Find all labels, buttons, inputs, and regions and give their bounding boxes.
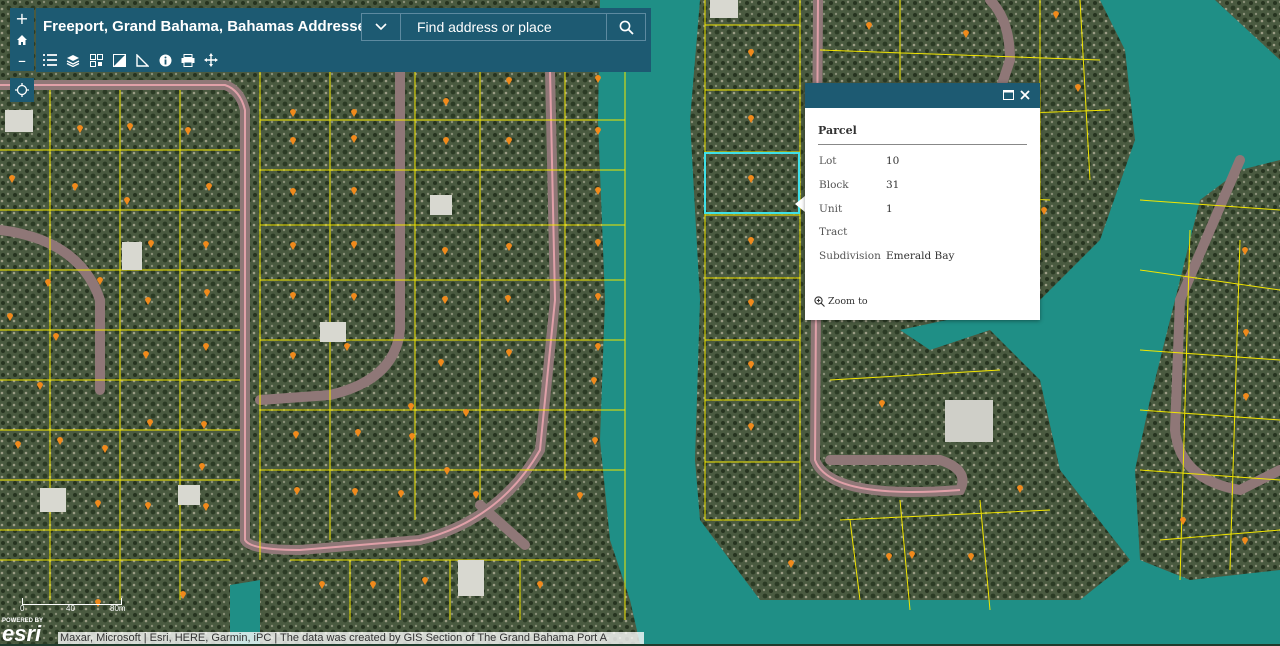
pan-button[interactable] — [201, 50, 221, 70]
chevron-down-icon — [375, 23, 387, 31]
field-label-tract: Tract — [819, 226, 848, 238]
parcel-popup: Parcel Lot 10 Block 31 Unit 1 Tract Subd… — [805, 83, 1040, 320]
esri-logo: POWERED BY esri — [2, 618, 43, 646]
close-button[interactable] — [1018, 88, 1032, 102]
layers-icon — [66, 54, 80, 67]
divider — [818, 144, 1027, 145]
scale-label-end: 80m — [110, 604, 126, 613]
esri-wordmark: esri — [2, 621, 42, 646]
search-button[interactable] — [606, 14, 645, 40]
app-title: Freeport, Grand Bahama, Bahamas Addresse… — [43, 18, 375, 35]
search-source-dropdown[interactable] — [362, 14, 401, 40]
basemap-icon — [112, 53, 126, 67]
print-button[interactable] — [178, 50, 198, 70]
home-icon — [17, 34, 27, 45]
field-label-unit: Unit — [819, 203, 843, 215]
qr-icon — [89, 53, 103, 67]
field-label-subdivision: Subdivision — [819, 250, 881, 262]
zoom-in-button[interactable]: + — [10, 8, 34, 29]
qr-button[interactable] — [86, 50, 106, 70]
zoom-to-label: Zoom to — [828, 296, 868, 307]
search-input[interactable] — [402, 14, 617, 40]
zoom-out-button[interactable]: – — [10, 50, 34, 71]
zoom-to-link[interactable]: Zoom to — [814, 296, 868, 307]
field-value-unit: 1 — [886, 203, 893, 215]
about-button[interactable] — [155, 50, 175, 70]
field-value-block: 31 — [886, 179, 900, 191]
close-icon — [1020, 90, 1030, 100]
measure-button[interactable] — [132, 50, 152, 70]
measure-icon — [135, 53, 149, 67]
popup-header — [805, 83, 1040, 108]
home-button[interactable] — [10, 29, 34, 50]
search-box — [361, 13, 646, 41]
satellite-map[interactable] — [0, 0, 1280, 644]
field-label-block: Block — [819, 179, 849, 191]
print-icon — [181, 53, 195, 67]
locate-button[interactable] — [10, 78, 34, 102]
maximize-button[interactable] — [1001, 88, 1015, 102]
layers-button[interactable] — [63, 50, 83, 70]
info-icon — [159, 54, 171, 66]
basemap-button[interactable] — [109, 50, 129, 70]
toolbar — [40, 50, 221, 70]
scale-label-mid: 40 — [66, 604, 75, 613]
field-label-lot: Lot — [819, 155, 837, 167]
zoom-in-icon — [814, 296, 825, 307]
popup-pointer — [795, 196, 805, 212]
map-attribution: Maxar, Microsoft | Esri, HERE, Garmin, i… — [58, 632, 644, 644]
legend-button[interactable] — [40, 50, 60, 70]
popup-title: Parcel — [818, 124, 857, 137]
scale-label-start: 0 — [20, 604, 25, 613]
field-value-lot: 10 — [886, 155, 900, 167]
move-icon — [204, 53, 218, 67]
field-value-subdivision: Emerald Bay — [886, 250, 955, 262]
maximize-icon — [1002, 90, 1014, 100]
header-panel: Freeport, Grand Bahama, Bahamas Addresse… — [36, 8, 651, 72]
search-icon — [619, 20, 634, 35]
list-icon — [43, 54, 57, 66]
locate-icon — [15, 83, 29, 97]
